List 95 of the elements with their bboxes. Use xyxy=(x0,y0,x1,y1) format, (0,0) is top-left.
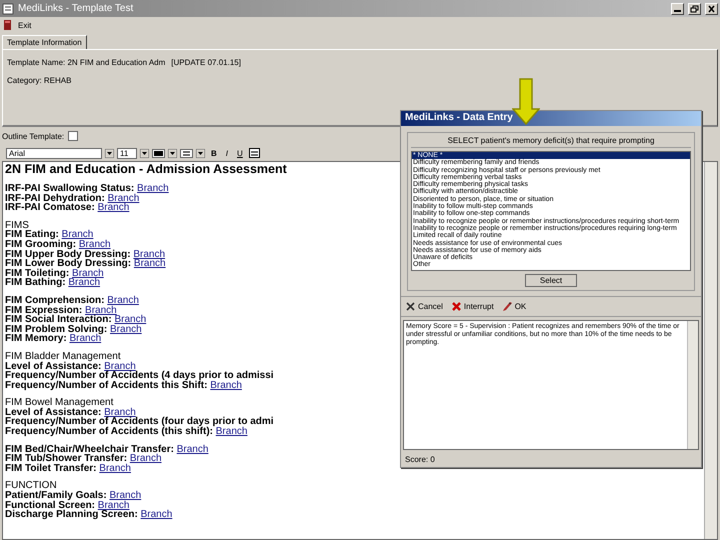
scrollbar[interactable] xyxy=(687,321,698,449)
outline-template-checkbox[interactable] xyxy=(68,131,78,141)
field-label: FIM Grooming: xyxy=(5,238,76,250)
field-label: IRF-PAI Swallowing Status: xyxy=(5,183,134,194)
branch-link[interactable]: Branch xyxy=(85,304,117,316)
branch-link[interactable]: Branch xyxy=(134,258,166,270)
field-label: Frequency/Number of Accidents (four days prior to admi xyxy=(5,416,274,428)
branch-link[interactable]: Branch xyxy=(176,444,208,455)
field-label: FIM Tub/Shower Transfer: xyxy=(5,453,128,464)
section-heading: FIM Bowel Management xyxy=(5,398,114,408)
field-label: FIM Toileting: xyxy=(5,268,70,279)
minimize-button[interactable] xyxy=(671,2,684,14)
score-label: Score: 0 xyxy=(404,454,436,466)
size-field[interactable]: 11 xyxy=(117,148,137,158)
branch-link[interactable]: Branch xyxy=(108,192,140,204)
restore-icon xyxy=(690,4,699,12)
field-label: Frequency/Number of Accidents (this shift): xyxy=(5,426,213,438)
close-button[interactable] xyxy=(705,2,718,14)
field-label: IRF-PAI Dehydration: xyxy=(5,192,105,204)
section-heading: FIMS xyxy=(5,220,29,230)
format-button[interactable]: U xyxy=(234,148,246,158)
door-icon xyxy=(3,20,12,30)
dropdown-icon xyxy=(105,148,114,158)
branch-link[interactable]: Branch xyxy=(114,314,146,326)
font-field[interactable]: Arial xyxy=(6,148,102,158)
format-button[interactable]: I xyxy=(222,148,232,158)
branch-link[interactable]: Branch xyxy=(78,238,111,250)
field-label: FIM Eating: xyxy=(5,229,59,240)
restore-button[interactable] xyxy=(688,2,701,14)
branch-link[interactable]: Branch xyxy=(72,268,104,279)
branch-link[interactable]: Branch xyxy=(104,406,136,418)
field-label: Level of Assistance: xyxy=(5,360,102,372)
template-name-text: Template Name: 2N FIM and Education Adm xyxy=(7,58,166,67)
field-label: FIM Bathing: xyxy=(5,277,66,288)
close-icon xyxy=(707,4,716,12)
section-heading: FUNCTION xyxy=(5,481,57,492)
field-label: FIM Problem Solving: xyxy=(5,324,108,335)
scrollbar[interactable] xyxy=(704,162,717,539)
branch-link[interactable]: Branch xyxy=(98,500,130,511)
field-label: FIM Expression: xyxy=(5,304,82,316)
down-arrow-icon xyxy=(512,78,540,126)
field-label: FIM Lower Body Dressing: xyxy=(5,258,132,270)
branch-link[interactable]: Branch xyxy=(69,333,102,344)
branch-link[interactable]: Branch xyxy=(110,324,142,335)
branch-link[interactable]: Branch xyxy=(216,426,248,438)
dialog-title: MediLinks - Data Entry xyxy=(401,111,701,126)
minimize-icon xyxy=(674,10,681,12)
outline-template-label: Outline Template: xyxy=(2,132,64,140)
field-label: Patient/Family Goals: xyxy=(5,490,107,502)
cancel-button[interactable]: Cancel xyxy=(405,301,443,312)
field-label: FIM Upper Body Dressing: xyxy=(5,248,131,260)
field-label: FIM Toilet Transfer: xyxy=(5,462,96,474)
selection-prompt: SELECT patient's memory deficit(s) that require prompting xyxy=(411,136,691,148)
pen-icon xyxy=(502,301,513,312)
tab[interactable]: Template Information xyxy=(2,35,87,49)
field-label: IRF-PAI Comatose: xyxy=(5,202,95,214)
branch-link[interactable]: Branch xyxy=(104,360,136,372)
dropdown-icon xyxy=(140,148,149,158)
field-label: Level of Assistance: xyxy=(5,406,102,418)
menu-item[interactable]: Exit xyxy=(18,20,32,30)
branch-link[interactable]: Branch xyxy=(140,509,172,520)
field-label: Discharge Planning Screen: xyxy=(5,509,138,520)
select-button[interactable]: Select xyxy=(524,274,578,287)
app-icon xyxy=(2,2,14,14)
document-title: 2N FIM and Education - Admission Assessment xyxy=(5,163,287,176)
cross-icon xyxy=(450,301,462,312)
field-label: Functional Screen: xyxy=(5,500,96,511)
dropdown-icon xyxy=(196,148,205,158)
branch-link[interactable]: Branch xyxy=(107,294,139,306)
branch-link[interactable]: Branch xyxy=(133,248,166,260)
field-label: Frequency/Number of Accidents this Shift: xyxy=(5,380,208,391)
align-icon xyxy=(180,148,193,158)
branch-link[interactable]: Branch xyxy=(130,453,162,464)
branch-link[interactable]: Branch xyxy=(210,380,242,391)
branch-link[interactable]: Branch xyxy=(137,183,169,194)
color-swatch-icon xyxy=(152,148,165,158)
field-label: Frequency/Number of Accidents (4 days prior to admissi xyxy=(5,370,274,382)
field-label: FIM Memory: xyxy=(5,333,67,344)
branch-link[interactable]: Branch xyxy=(109,490,142,502)
category-text: Category: REHAB xyxy=(7,76,72,85)
section-heading: FIM Bladder Management xyxy=(5,352,121,362)
branch-link[interactable]: Branch xyxy=(68,277,100,288)
branch-link[interactable]: Branch xyxy=(99,462,131,474)
branch-link[interactable]: Branch xyxy=(62,229,94,240)
field-label: FIM Comprehension: xyxy=(5,294,104,306)
format-button[interactable]: B xyxy=(208,148,220,158)
field-label: FIM Bed/Chair/Wheelchair Transfer: xyxy=(5,444,174,455)
update-text: [UPDATE 07.01.15] xyxy=(171,58,241,67)
interrupt-button[interactable]: Interrupt xyxy=(450,301,494,312)
dropdown-icon xyxy=(168,148,177,158)
ok-button[interactable]: OK xyxy=(502,301,526,312)
field-label: FIM Social Interaction: xyxy=(5,314,112,326)
cross-icon xyxy=(405,301,416,312)
window-title: MediLinks - Template Test xyxy=(18,3,134,14)
branch-link[interactable]: Branch xyxy=(98,202,130,214)
